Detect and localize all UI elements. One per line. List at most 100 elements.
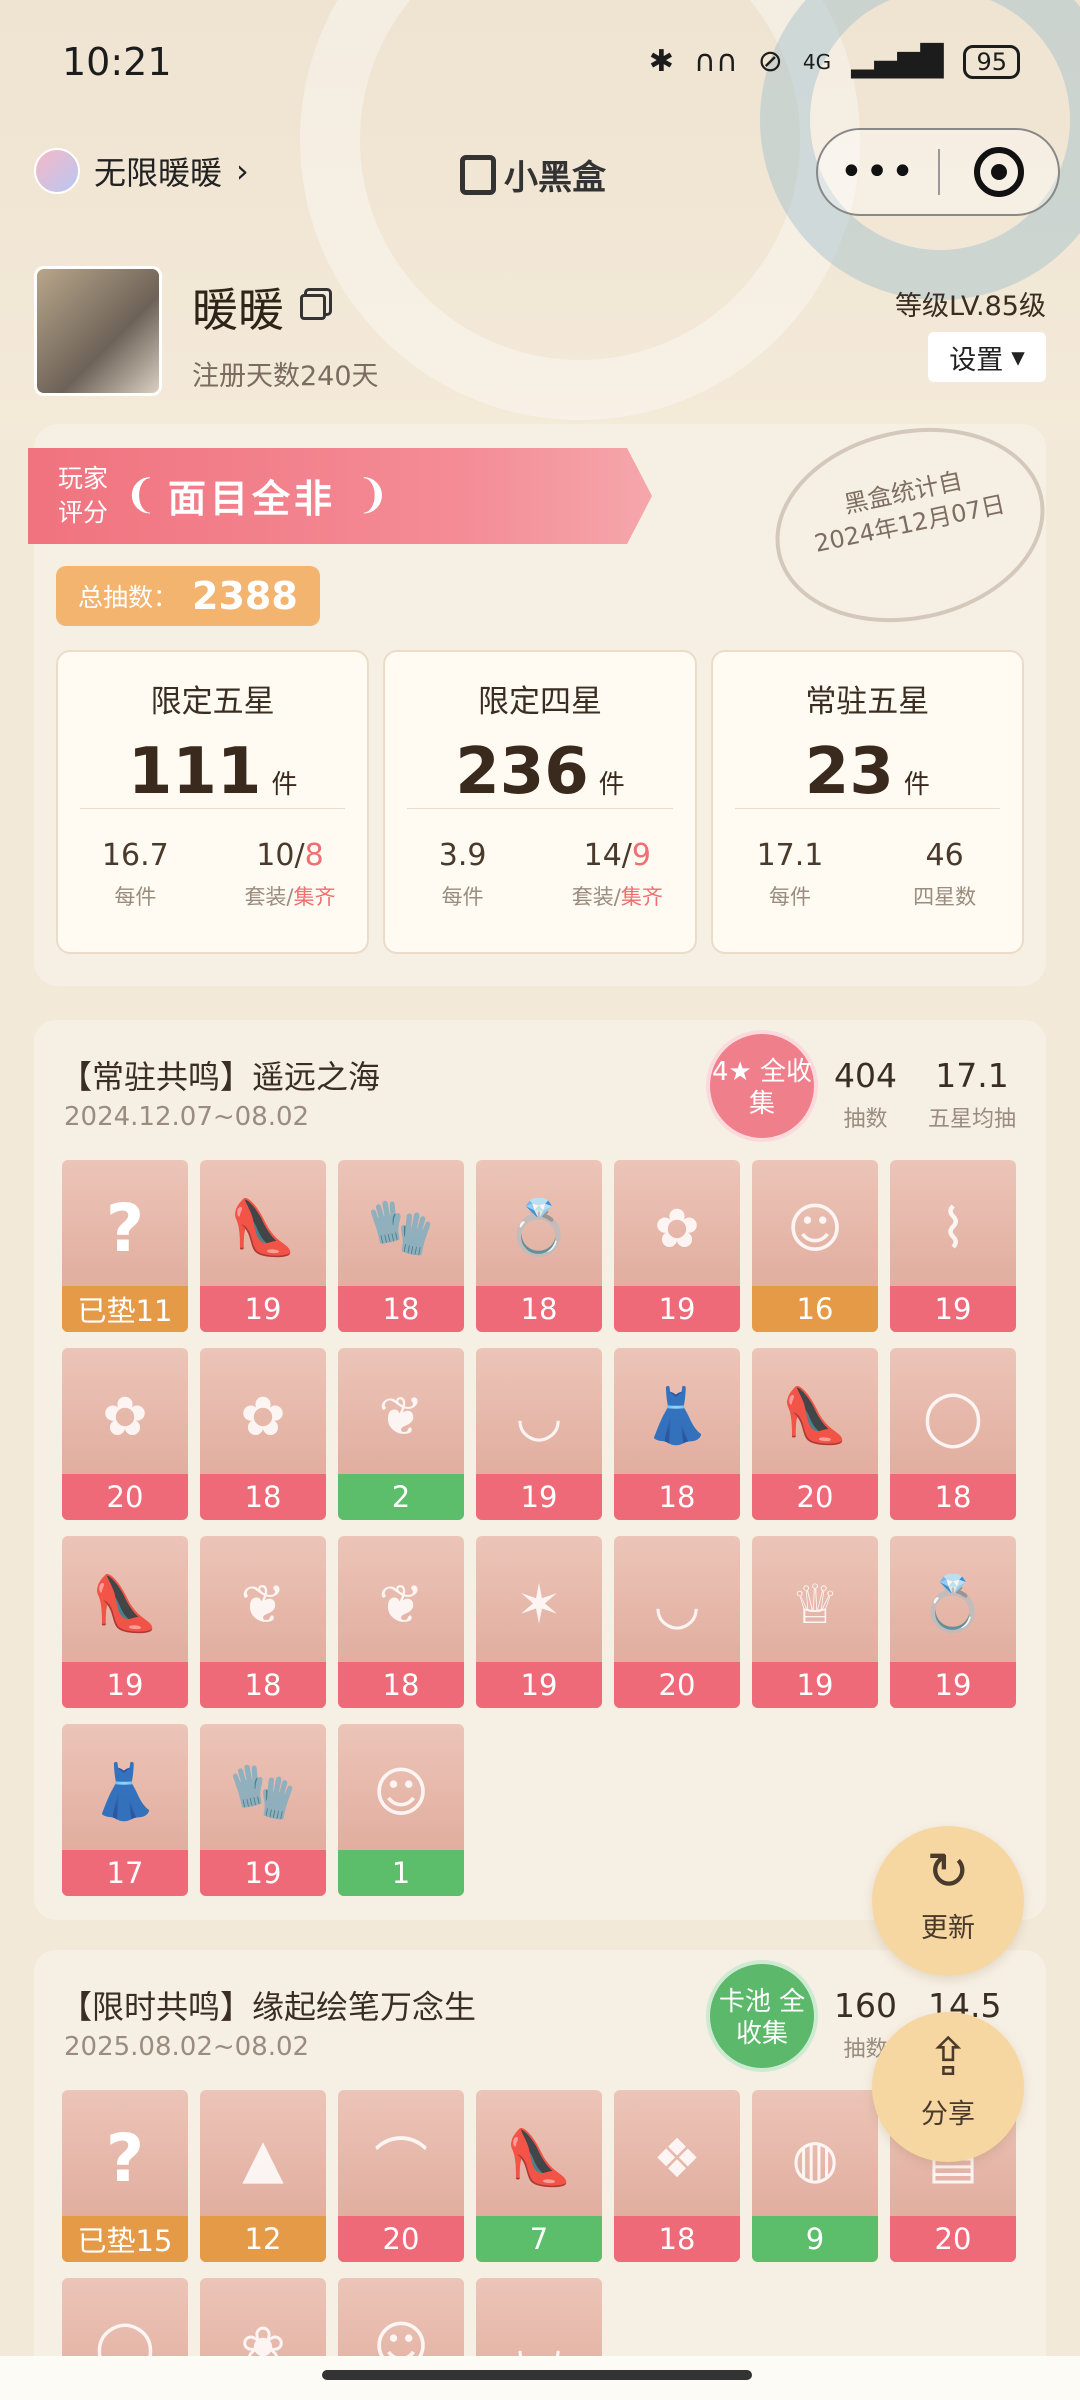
back-to-game-button[interactable]: 无限暖暖 ›	[34, 148, 249, 194]
item-draw-count: 18	[338, 1286, 464, 1332]
item-tile[interactable]: ✿ 18	[200, 1348, 326, 1520]
stat-sub-left: 16.7 每件	[58, 838, 213, 911]
pool-draws-value: 404	[834, 1056, 897, 1095]
pool-title: 【常驻共鸣】遥远之海	[60, 1058, 381, 1096]
pool-draws-label: 抽数	[843, 1107, 888, 1132]
item-tile[interactable]: 👠 7	[476, 2090, 602, 2262]
question-mark-icon: ?	[105, 1189, 145, 1267]
target-icon	[973, 147, 1024, 197]
share-icon: ⇪	[926, 2028, 970, 2088]
item-tile[interactable]: 👠 19	[62, 1536, 188, 1708]
pool-badge: 4★ 全收集	[706, 1030, 818, 1142]
earrings-icon: ❦	[378, 1384, 424, 1448]
home-indicator[interactable]	[322, 2370, 752, 2380]
item-tile[interactable]: ◡ 20	[614, 1536, 740, 1708]
share-label: 分享	[921, 2099, 975, 2130]
item-draw-count: 18	[614, 2216, 740, 2262]
settings-button[interactable]: 设置 ▾	[928, 332, 1046, 382]
chevron-right-icon: ›	[236, 152, 249, 190]
count-unit: 件	[271, 770, 298, 800]
stat-sub-right: 10/8 套装/集齐	[213, 838, 368, 911]
set-value: 14/9	[540, 838, 695, 873]
network-label: 4G	[802, 49, 832, 74]
profile-header: 暖暖 注册天数240天 等级LV.85级 设置 ▾	[34, 266, 1046, 396]
item-tile[interactable]: 🧤 19	[200, 1724, 326, 1896]
bluetooth-icon: ✱	[648, 44, 674, 79]
item-draw-count: 已垫11	[62, 1286, 188, 1332]
set-label-a: 套装/	[571, 885, 621, 909]
necklace-icon: ◡	[515, 1384, 563, 1448]
stat-card-standard-5star: 常驻五星 23 件 17.1 每件 46 四星数	[710, 650, 1024, 954]
item-tile[interactable]: ▲ 12	[200, 2090, 326, 2262]
question-mark-icon: ?	[105, 2119, 145, 2197]
set-label: 套装/集齐	[213, 881, 368, 911]
set-label-a: 套装/	[244, 885, 294, 909]
avatar[interactable]	[34, 266, 162, 396]
item-tile[interactable]: 👗 17	[62, 1724, 188, 1896]
item-tile[interactable]: ⌒ 20	[338, 2090, 464, 2262]
earrings-icon: ❦	[378, 1572, 424, 1636]
earrings-icon: ❦	[240, 1572, 286, 1636]
level-label: 等级LV.85级	[894, 291, 1046, 322]
item-tile[interactable]: ❦ 2	[338, 1348, 464, 1520]
hairpin-icon: ✿	[240, 1384, 286, 1448]
item-tile[interactable]: ❖ 18	[614, 2090, 740, 2262]
item-tile[interactable]: 🧤 18	[338, 1160, 464, 1332]
item-tile[interactable]: 👗 18	[614, 1348, 740, 1520]
item-tile[interactable]: ? 已垫15	[62, 2090, 188, 2262]
item-grid: ?已垫15▲12⌒20👠7❖18◍9▤20◯❀☺◡	[62, 2090, 1016, 2400]
register-days: 注册天数240天	[192, 361, 379, 392]
nickname: 暖暖	[192, 283, 284, 337]
copy-icon[interactable]	[300, 294, 326, 320]
item-draw-count: 19	[614, 1286, 740, 1332]
item-draw-count: 18	[890, 1474, 1016, 1520]
laurel-left-icon: ❨	[124, 472, 158, 518]
rating-ribbon: 玩家评分 ❨ 面目全非 ❩	[28, 448, 652, 544]
stat-card-title: 限定四星	[477, 684, 602, 720]
item-tile[interactable]: ☺ 1	[338, 1724, 464, 1896]
item-tile[interactable]: ◯ 18	[890, 1348, 1016, 1520]
item-tile[interactable]: ✶ 19	[476, 1536, 602, 1708]
item-tile[interactable]: 👠 20	[752, 1348, 878, 1520]
close-miniapp-button[interactable]	[940, 147, 1058, 197]
summary-card: 玩家评分 ❨ 面目全非 ❩ 黑盒统计自 2024年12月07日 总抽数： 238…	[28, 403, 1063, 986]
item-draw-count: 16	[752, 1286, 878, 1332]
ring-icon: 💍	[919, 1572, 987, 1635]
more-icon[interactable]: •••	[818, 149, 938, 195]
ring-icon: 💍	[505, 1196, 573, 1259]
refresh-button[interactable]: ↻ 更新	[872, 1826, 1024, 1976]
stat-sub-left: 3.9 每件	[385, 838, 540, 911]
item-tile[interactable]: ✿ 20	[62, 1348, 188, 1520]
share-button[interactable]: ⇪ 分享	[872, 2012, 1024, 2162]
pool-badge: 卡池 全收集	[706, 1960, 818, 2072]
complete-count: 9	[631, 838, 651, 873]
status-time: 10:21	[62, 40, 172, 84]
dress-icon: 👗	[91, 1760, 159, 1823]
per-item-value: 16.7	[101, 838, 169, 873]
refresh-icon: ↻	[926, 1842, 970, 1902]
item-tile[interactable]: ✿ 19	[614, 1160, 740, 1332]
item-tile[interactable]: ❦ 18	[200, 1536, 326, 1708]
item-draw-count: 20	[614, 1662, 740, 1708]
top-icon: ⌒	[374, 2131, 428, 2195]
count-value: 111	[127, 735, 262, 809]
item-tile[interactable]: ❦ 18	[338, 1536, 464, 1708]
item-tile[interactable]: ◍ 9	[752, 2090, 878, 2262]
item-tile[interactable]: 💍 19	[890, 1536, 1016, 1708]
gloves-icon: 🧤	[229, 1760, 297, 1823]
shoes-icon: 👠	[505, 2126, 573, 2189]
item-tile[interactable]: ♕ 19	[752, 1536, 878, 1708]
set-label-b: 集齐	[293, 885, 336, 909]
item-tile[interactable]: ◡ 19	[476, 1348, 602, 1520]
rating-label: 玩家评分	[58, 464, 109, 527]
item-tile[interactable]: ☺ 16	[752, 1160, 878, 1332]
set-count: 14/	[583, 838, 632, 873]
item-tile[interactable]: 💍 18	[476, 1160, 602, 1332]
item-tile[interactable]: ⌇ 19	[890, 1160, 1016, 1332]
item-tile[interactable]: ? 已垫11	[62, 1160, 188, 1332]
item-draw-count: 18	[200, 1474, 326, 1520]
item-draw-count: 19	[890, 1286, 1016, 1332]
pool-title: 【限时共鸣】缘起绘笔万念生	[60, 1988, 477, 2026]
per-item-label: 每件	[114, 885, 157, 909]
item-tile[interactable]: 👠 19	[200, 1160, 326, 1332]
